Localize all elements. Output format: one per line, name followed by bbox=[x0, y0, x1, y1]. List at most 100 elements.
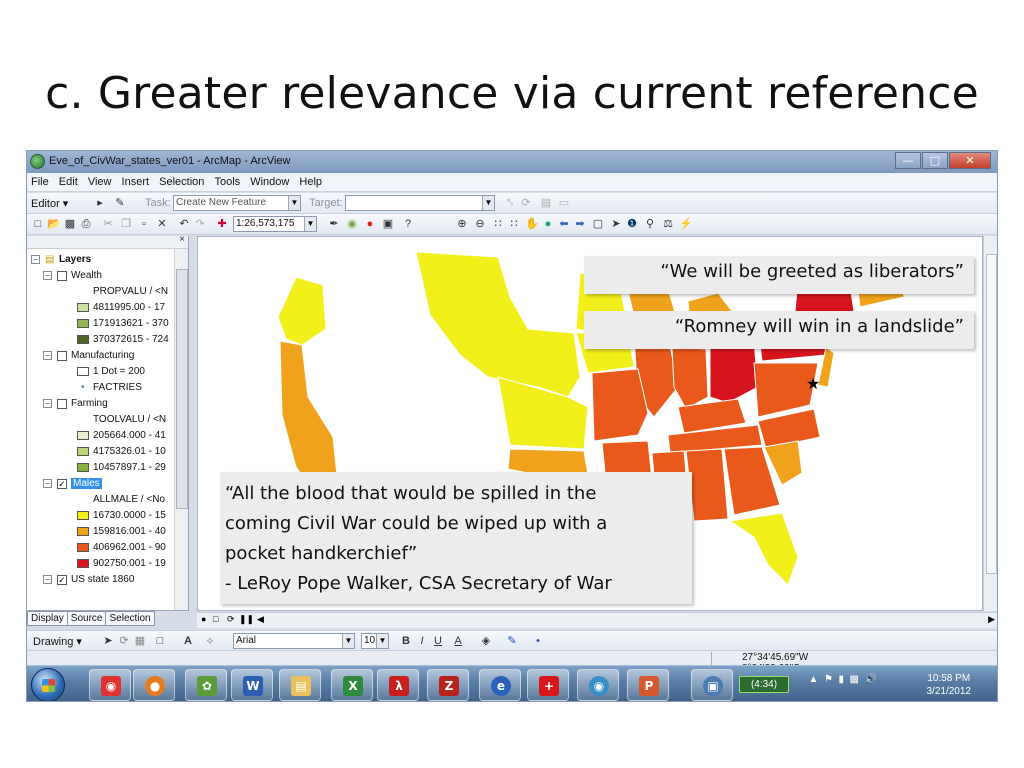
scroll-thumb[interactable] bbox=[176, 269, 188, 509]
hyperlink-icon[interactable]: ⚡ bbox=[679, 217, 693, 232]
menu-window[interactable]: Window bbox=[246, 173, 292, 188]
split-tool-icon[interactable]: ⤣ bbox=[503, 196, 517, 211]
target-dropdown[interactable]: ▼ bbox=[345, 195, 495, 211]
zoom-whole-page-icon[interactable]: ▦ bbox=[133, 634, 147, 649]
redo-icon[interactable]: ↷ bbox=[193, 217, 207, 232]
select-features-icon[interactable]: ▢ bbox=[591, 217, 605, 232]
fixed-zoom-in-icon[interactable]: ∷ bbox=[491, 217, 505, 232]
fill-color-icon[interactable]: ◈ bbox=[479, 634, 493, 649]
italic-button[interactable]: I bbox=[415, 634, 429, 649]
taskbar-app-button[interactable]: ◉ bbox=[89, 669, 131, 701]
menu-view[interactable]: View bbox=[84, 173, 115, 188]
taskbar-app-button[interactable]: ● bbox=[133, 669, 175, 701]
back-extent-icon[interactable]: ⬅ bbox=[557, 217, 571, 232]
menu-file[interactable]: File bbox=[27, 173, 52, 188]
taskbar-app-button[interactable]: Z bbox=[427, 669, 469, 701]
select-elements-icon[interactable]: ➤ bbox=[609, 217, 623, 232]
state-missouri[interactable] bbox=[591, 368, 649, 442]
marker-color-icon[interactable]: • bbox=[531, 634, 545, 649]
scroll-left-icon[interactable]: ◀ bbox=[257, 614, 264, 625]
add-data-icon[interactable]: ✚ bbox=[215, 217, 229, 232]
layer-checkbox[interactable]: ✓ bbox=[57, 575, 67, 585]
taskbar-clock[interactable]: 10:58 PM 3/21/2012 bbox=[927, 672, 972, 698]
rectangle-icon[interactable]: □ bbox=[153, 634, 167, 649]
whats-this-icon[interactable]: ? bbox=[401, 217, 415, 232]
layer-checkbox[interactable] bbox=[57, 271, 67, 281]
zoom-out-icon[interactable]: ⊖ bbox=[473, 217, 487, 232]
fixed-zoom-out-icon[interactable]: ∷ bbox=[507, 217, 521, 232]
print-icon[interactable]: ⎙ bbox=[79, 217, 93, 232]
edit-tool-icon[interactable]: ▸ bbox=[93, 196, 107, 211]
taskbar-app-button[interactable]: ✿ bbox=[185, 669, 227, 701]
edit-vertices-icon[interactable]: ⟡ bbox=[203, 634, 217, 649]
menu-edit[interactable]: Edit bbox=[55, 173, 81, 188]
layer-checkbox[interactable] bbox=[57, 351, 67, 361]
collapse-icon[interactable]: − bbox=[43, 575, 52, 584]
layer-checkbox[interactable] bbox=[57, 399, 67, 409]
save-icon[interactable]: ▩ bbox=[63, 217, 77, 232]
taskbar-app-button[interactable]: X bbox=[331, 669, 373, 701]
copy-icon[interactable]: ❐ bbox=[119, 217, 133, 232]
scroll-right-icon[interactable]: ▶ bbox=[988, 614, 995, 625]
menu-help[interactable]: Help bbox=[295, 173, 325, 188]
state-ohio[interactable] bbox=[709, 340, 759, 404]
menu-selection[interactable]: Selection bbox=[155, 173, 207, 188]
editor-menu-button[interactable]: Editor ▾ bbox=[31, 197, 68, 210]
data-view-icon[interactable]: ● bbox=[201, 614, 206, 624]
paste-icon[interactable]: ▫ bbox=[137, 217, 151, 232]
collapse-icon[interactable]: − bbox=[43, 351, 52, 360]
layout-view-icon[interactable]: □ bbox=[213, 614, 218, 624]
full-extent-icon[interactable]: ● bbox=[541, 217, 555, 232]
font-dropdown[interactable]: Arial ▼ bbox=[233, 633, 355, 649]
rotate-tool-icon[interactable]: ⟳ bbox=[519, 196, 533, 211]
taskbar-app-button[interactable]: + bbox=[527, 669, 569, 701]
state-indiana[interactable] bbox=[671, 346, 709, 410]
pause-icon[interactable]: ❚❚ bbox=[239, 614, 254, 625]
attributes-icon[interactable]: ▤ bbox=[539, 196, 553, 211]
collapse-icon[interactable]: − bbox=[43, 399, 52, 408]
forward-extent-icon[interactable]: ➡ bbox=[573, 217, 587, 232]
delete-icon[interactable]: ✕ bbox=[155, 217, 169, 232]
task-dropdown[interactable]: Create New Feature ▼ bbox=[173, 195, 301, 211]
zoom-in-icon[interactable]: ⊕ bbox=[455, 217, 469, 232]
font-size-dropdown[interactable]: 10 ▼ bbox=[361, 633, 389, 649]
drawing-menu-button[interactable]: Drawing ▾ bbox=[33, 635, 82, 648]
layer-checkbox[interactable]: ✓ bbox=[57, 479, 67, 489]
battery-indicator[interactable]: (4:34) bbox=[739, 676, 789, 693]
cut-icon[interactable]: ✂ bbox=[101, 217, 115, 232]
collapse-icon[interactable]: − bbox=[43, 479, 52, 488]
text-icon[interactable]: A bbox=[181, 634, 195, 649]
taskbar-app-button[interactable]: e bbox=[479, 669, 521, 701]
underline-button[interactable]: U bbox=[431, 634, 445, 649]
taskbar-app-button[interactable]: P bbox=[627, 669, 669, 701]
state-oregon[interactable] bbox=[277, 276, 327, 346]
toc-close-icon[interactable]: × bbox=[179, 236, 185, 245]
state-florida[interactable] bbox=[728, 512, 799, 586]
tray-icons[interactable]: ▲ ⚑ ▮ ▩ 🔊 bbox=[809, 674, 878, 685]
measure-icon[interactable]: ⚖ bbox=[661, 217, 675, 232]
find-icon[interactable]: ⚲ bbox=[643, 217, 657, 232]
taskbar-app-button[interactable]: ▤ bbox=[279, 669, 321, 701]
taskbar-app-button[interactable]: λ bbox=[377, 669, 419, 701]
scroll-thumb[interactable] bbox=[986, 254, 997, 574]
taskbar-app-button[interactable]: W bbox=[231, 669, 273, 701]
map-scale-dropdown[interactable]: 1:26,573,175 ▼ bbox=[233, 216, 317, 232]
menu-insert[interactable]: Insert bbox=[118, 173, 153, 188]
new-icon[interactable]: □ bbox=[31, 217, 45, 232]
maximize-button[interactable]: □ bbox=[922, 152, 948, 169]
tab-display[interactable]: Display bbox=[27, 611, 68, 626]
bold-button[interactable]: B bbox=[399, 634, 413, 649]
map-vertical-scrollbar[interactable] bbox=[983, 236, 997, 611]
menu-tools[interactable]: Tools bbox=[210, 173, 243, 188]
tab-selection[interactable]: Selection bbox=[105, 611, 155, 626]
sketch-properties-icon[interactable]: ▭ bbox=[557, 196, 571, 211]
collapse-icon[interactable]: − bbox=[43, 271, 52, 280]
select-elements-icon[interactable]: ➤ bbox=[101, 634, 115, 649]
arccatalog-icon[interactable]: ◉ bbox=[345, 217, 359, 232]
tab-source[interactable]: Source bbox=[66, 611, 107, 626]
command-line-icon[interactable]: ▣ bbox=[381, 217, 395, 232]
identify-icon[interactable]: ❶ bbox=[625, 217, 639, 232]
font-color-icon[interactable]: A bbox=[451, 634, 465, 649]
close-button[interactable]: ✕ bbox=[949, 152, 991, 169]
collapse-icon[interactable]: − bbox=[31, 255, 40, 264]
